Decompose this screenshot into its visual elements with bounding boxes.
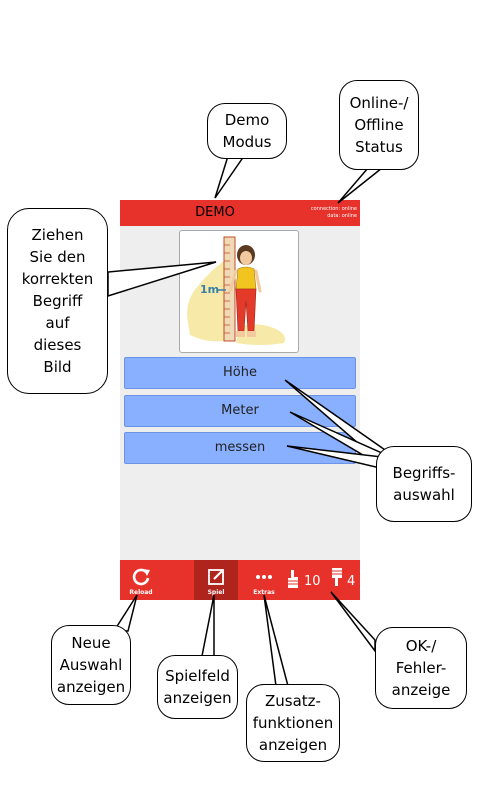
pointer-zusatz — [263, 594, 289, 687]
pointer-demo — [214, 155, 246, 199]
callout-demo-modus: Demo Modus — [207, 103, 287, 159]
callout-ok-fehler: OK-/ Fehler- anzeige — [375, 627, 467, 709]
callout-spielfeld: Spielfeld anzeigen — [157, 655, 238, 719]
pointer-ziehen — [107, 261, 217, 298]
callout-begriffsauswahl: Begriffs- auswahl — [376, 446, 472, 522]
callout-ziehen: Ziehen Sie den korrekten Begriff auf die… — [7, 208, 108, 394]
callout-neue-auswahl: Neue Auswahl anzeigen — [51, 625, 131, 705]
pointer-ok-fehler — [330, 591, 376, 654]
pointer-spielfeld — [201, 594, 215, 657]
callout-online-status: Online-/ Offline Status — [339, 80, 419, 170]
pointer-status — [337, 167, 385, 204]
callout-zusatz: Zusatz- funktionen anzeigen — [246, 684, 340, 762]
